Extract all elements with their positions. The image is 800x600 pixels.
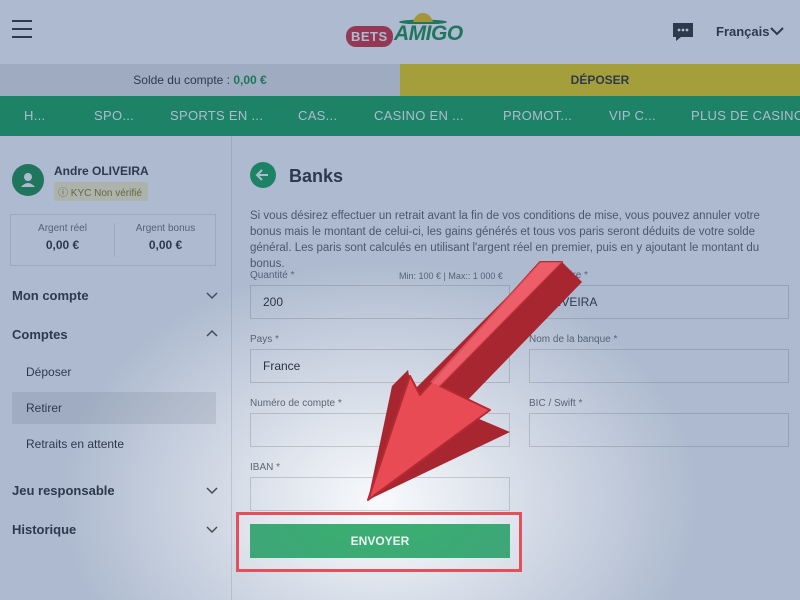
- iban-input[interactable]: [250, 477, 510, 511]
- bonus-money-label: Argent bonus: [135, 223, 196, 234]
- chevron-down-icon[interactable]: [770, 26, 784, 36]
- withdraw-form-panel: Banks Si vous désirez effectuer un retra…: [232, 136, 800, 600]
- submit-button[interactable]: ENVOYER: [250, 524, 510, 558]
- nav-item-promotions[interactable]: PROMOT...: [503, 96, 572, 136]
- real-money-label: Argent réel: [38, 223, 87, 234]
- nav-item-home[interactable]: H...: [24, 96, 45, 136]
- withdraw-info-text: Si vous désirez effectuer un retrait ava…: [250, 210, 760, 270]
- bank-name-input[interactable]: [529, 349, 789, 383]
- menu-comptes[interactable]: Comptes: [12, 327, 68, 342]
- sidebar-item-retirer[interactable]: Retirer: [12, 392, 216, 424]
- arrow-left-icon: [255, 169, 268, 181]
- warning-icon: ⓘ: [58, 188, 68, 199]
- chevron-down-icon[interactable]: [206, 526, 218, 534]
- bonus-money-wallet: Argent bonus 0,00 €: [114, 215, 217, 265]
- kyc-status-text: KYC Non vérifié: [70, 188, 142, 199]
- menu-mon-compte[interactable]: Mon compte: [12, 288, 89, 303]
- kyc-status-badge[interactable]: ⓘ KYC Non vérifié: [54, 182, 148, 201]
- chat-icon[interactable]: [672, 22, 694, 42]
- nav-item-vip[interactable]: VIP C...: [609, 96, 656, 136]
- balance-amount: 0,00 €: [233, 73, 267, 87]
- nav-item-sports[interactable]: SPO...: [94, 96, 134, 136]
- bic-swift-label: BIC / Swift *: [529, 398, 583, 409]
- logo-bets-text: BETS: [346, 26, 393, 47]
- nav-item-live-casino[interactable]: CASINO EN ...: [374, 96, 464, 136]
- hamburger-menu-icon[interactable]: [12, 20, 32, 38]
- sidebar-item-retraits-en-attente[interactable]: Retraits en attente: [12, 428, 216, 460]
- user-icon: [21, 173, 35, 187]
- language-selector[interactable]: Français: [716, 24, 769, 39]
- page-title: Banks: [289, 166, 344, 186]
- betsamigo-logo[interactable]: BETS AMIGO: [346, 12, 463, 52]
- account-sidebar: Andre OLIVEIRA ⓘ KYC Non vérifié Argent …: [0, 136, 232, 600]
- back-button[interactable]: [250, 162, 276, 188]
- account-number-input[interactable]: [250, 413, 510, 447]
- chevron-up-icon[interactable]: [206, 329, 218, 337]
- page-body: Andre OLIVEIRA ⓘ KYC Non vérifié Argent …: [0, 136, 800, 600]
- account-balance: Solde du compte : 0,00 €: [0, 64, 400, 96]
- menu-jeu-responsable[interactable]: Jeu responsable: [12, 483, 115, 498]
- bic-swift-input[interactable]: [529, 413, 789, 447]
- nav-item-live-sports[interactable]: SPORTS EN ...: [170, 96, 263, 136]
- avatar: [12, 164, 44, 196]
- bank-name-label: Nom de la banque *: [529, 334, 618, 345]
- quantity-input[interactable]: 200: [250, 285, 510, 319]
- logo-amigo-text: AMIGO: [394, 22, 463, 45]
- nav-item-more-casino[interactable]: PLUS DE CASINC: [691, 96, 800, 136]
- balance-label: Solde du compte :: [133, 73, 234, 87]
- nav-item-casino[interactable]: CAS...: [298, 96, 337, 136]
- beneficiary-label: Bénéficiaire *: [529, 270, 588, 281]
- quantity-limits-hint: Min: 100 € | Max:: 1 000 €: [399, 271, 503, 281]
- country-select[interactable]: France: [250, 349, 510, 383]
- beneficiary-input[interactable]: OLIVEIRA: [529, 285, 789, 319]
- chevron-down-icon[interactable]: [206, 292, 218, 300]
- main-nav: H... SPO... SPORTS EN ... CAS... CASINO …: [0, 96, 800, 136]
- real-money-wallet: Argent réel 0,00 €: [11, 215, 114, 265]
- real-money-value: 0,00 €: [45, 238, 80, 252]
- iban-label: IBAN *: [250, 462, 281, 473]
- top-header: BETS AMIGO Français: [0, 0, 800, 64]
- account-number-label: Numéro de compte *: [250, 398, 342, 409]
- country-label: Pays *: [250, 334, 279, 345]
- balance-bar: Solde du compte : 0,00 € DÉPOSER: [0, 64, 800, 96]
- sidebar-item-deposer[interactable]: Déposer: [12, 356, 216, 388]
- quantity-label: Quantité *: [250, 270, 295, 281]
- deposit-button[interactable]: DÉPOSER: [400, 64, 800, 96]
- user-name: Andre OLIVEIRA: [54, 164, 149, 178]
- chevron-down-icon[interactable]: [206, 487, 218, 495]
- bonus-money-value: 0,00 €: [148, 238, 183, 252]
- wallet-balances: Argent réel 0,00 € Argent bonus 0,00 €: [10, 214, 216, 266]
- menu-historique[interactable]: Historique: [12, 522, 76, 537]
